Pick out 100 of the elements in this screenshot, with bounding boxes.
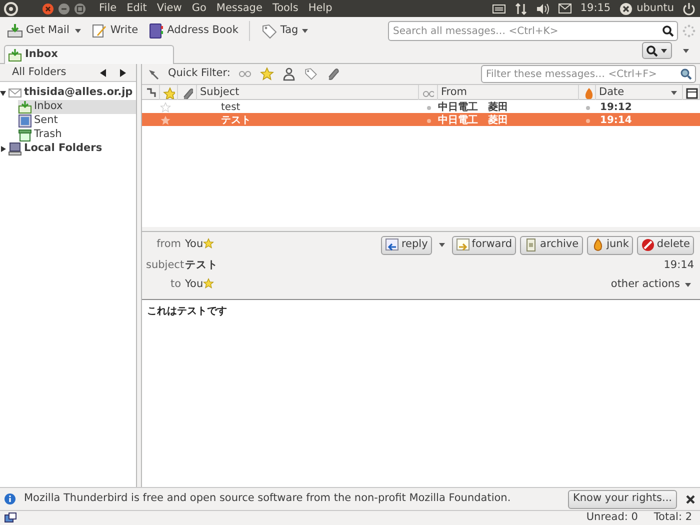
star-icon[interactable] xyxy=(160,115,171,126)
caret-icon xyxy=(438,241,446,249)
folder-item[interactable]: Sent xyxy=(18,114,136,128)
menu-item[interactable]: Edit xyxy=(122,0,152,16)
toolbar-button[interactable]: Write xyxy=(88,21,142,41)
person-icon[interactable] xyxy=(282,67,296,81)
subject-cell-text: テスト xyxy=(220,114,252,128)
tab[interactable]: Inbox xyxy=(4,45,174,64)
field-label: to xyxy=(169,276,181,292)
subject-text: テスト xyxy=(185,258,218,273)
action-button[interactable]: archive xyxy=(520,236,583,254)
book-icon xyxy=(148,23,164,39)
menu-item[interactable]: Message xyxy=(211,0,268,16)
column-picker-icon xyxy=(686,86,698,99)
next-arrow-icon[interactable] xyxy=(118,68,128,78)
caret-icon xyxy=(682,46,690,54)
toolbar-button[interactable]: Get Mail xyxy=(4,21,72,41)
tag-icon xyxy=(261,23,278,39)
message-date: 19:14 xyxy=(664,258,694,273)
sender-name[interactable]: You xyxy=(185,276,204,292)
junk-dot-icon xyxy=(584,118,590,124)
inbox-icon xyxy=(18,100,32,114)
notification-text: Mozilla Thunderbird is free and open source software from the non-profit Mozilla Foundation. xyxy=(24,491,511,506)
spinner-icon xyxy=(682,24,696,38)
star-icon[interactable] xyxy=(203,238,214,249)
toolbar-button[interactable]: Tag xyxy=(258,21,312,41)
pin-icon[interactable] xyxy=(146,67,160,81)
caret-icon xyxy=(684,280,692,288)
other-actions-button[interactable]: other actions xyxy=(608,276,694,292)
read-dot-icon xyxy=(426,118,432,124)
archive-icon xyxy=(524,238,538,252)
date-cell-text: 19:14 xyxy=(599,114,633,128)
star-icon xyxy=(163,86,175,99)
user-status-icon[interactable] xyxy=(618,2,633,16)
star-icon[interactable] xyxy=(260,67,274,81)
tag-icon[interactable] xyxy=(304,67,318,81)
power-icon[interactable] xyxy=(682,2,696,16)
keyboard-icon[interactable] xyxy=(492,2,506,16)
trash-icon xyxy=(18,128,32,142)
sender-name[interactable]: You xyxy=(185,237,204,253)
dropdown-button[interactable] xyxy=(680,46,692,54)
download-tray-icon xyxy=(7,23,23,39)
filter-field[interactable]: Filter these messages… <Ctrl+F> xyxy=(481,65,696,83)
sent-folder-icon xyxy=(18,114,32,128)
star-icon[interactable] xyxy=(203,278,214,288)
clock[interactable]: 19:15 xyxy=(580,0,611,16)
folder-item[interactable]: Trash xyxy=(18,128,136,142)
twisty-icon[interactable] xyxy=(0,90,6,96)
toolbar-button[interactable]: Address Book xyxy=(145,21,242,41)
previous-arrow-icon[interactable] xyxy=(98,68,108,78)
network-icon[interactable] xyxy=(514,2,528,16)
menu-item[interactable]: View xyxy=(152,0,187,16)
read-dot-icon xyxy=(426,104,432,110)
inbox-icon xyxy=(8,48,22,62)
minimize-button[interactable] xyxy=(58,2,70,14)
caret-icon xyxy=(660,46,668,54)
search-icon[interactable] xyxy=(662,25,674,37)
message-body: これはテストです xyxy=(142,299,700,487)
sender-cell-text: 中日電工 菱田 xyxy=(438,100,509,114)
folder-item[interactable]: Inbox xyxy=(18,100,136,114)
total-count: Total: 2 xyxy=(654,510,693,525)
computer-icon xyxy=(8,142,22,156)
thread-icon xyxy=(145,86,157,99)
folder-item[interactable]: Local Folders xyxy=(0,142,136,156)
search-icon xyxy=(646,44,658,56)
menu-item[interactable]: Help xyxy=(303,0,338,16)
action-button[interactable]: reply xyxy=(381,236,432,254)
info-icon xyxy=(4,493,16,505)
search-field[interactable]: Search all messages… <Ctrl+K> xyxy=(388,21,678,41)
mail-icon[interactable] xyxy=(558,2,572,16)
star-icon[interactable] xyxy=(160,102,171,113)
maximize-button[interactable] xyxy=(74,2,86,14)
close-icon[interactable] xyxy=(685,494,696,504)
volume-icon[interactable] xyxy=(536,2,550,16)
connection-icon[interactable] xyxy=(4,512,17,524)
action-button[interactable]: delete xyxy=(636,236,694,254)
envelope-icon xyxy=(8,86,22,100)
pencil-icon xyxy=(91,23,108,39)
action-button[interactable]: junk xyxy=(586,236,633,254)
ubuntu-logo-icon[interactable] xyxy=(4,2,18,16)
folder-item[interactable]: thisida@alles.or.jp xyxy=(0,86,136,100)
date-cell-text: 19:12 xyxy=(599,101,633,115)
action-button[interactable]: forward xyxy=(452,236,516,254)
search-options-button[interactable] xyxy=(642,42,672,59)
search-icon[interactable] xyxy=(680,68,692,80)
unread-count: Unread: 0 xyxy=(586,510,638,525)
caret-icon xyxy=(301,27,310,35)
no-entry-icon xyxy=(640,238,655,252)
forward-icon xyxy=(456,238,470,252)
field-label: from xyxy=(156,237,181,252)
menu-item[interactable]: Tools xyxy=(267,0,304,16)
close-button[interactable] xyxy=(42,2,54,14)
reply-icon xyxy=(385,238,400,252)
twisty-icon[interactable] xyxy=(0,146,6,152)
user-name[interactable]: ubuntu xyxy=(636,0,674,16)
quick-filter-label: Quick Filter: xyxy=(168,66,230,82)
sort-caret-icon xyxy=(670,88,678,97)
menu-item[interactable]: Go xyxy=(186,0,212,16)
menu-item[interactable]: File xyxy=(94,0,122,16)
know-rights-button[interactable]: Know your rights... xyxy=(568,490,677,508)
